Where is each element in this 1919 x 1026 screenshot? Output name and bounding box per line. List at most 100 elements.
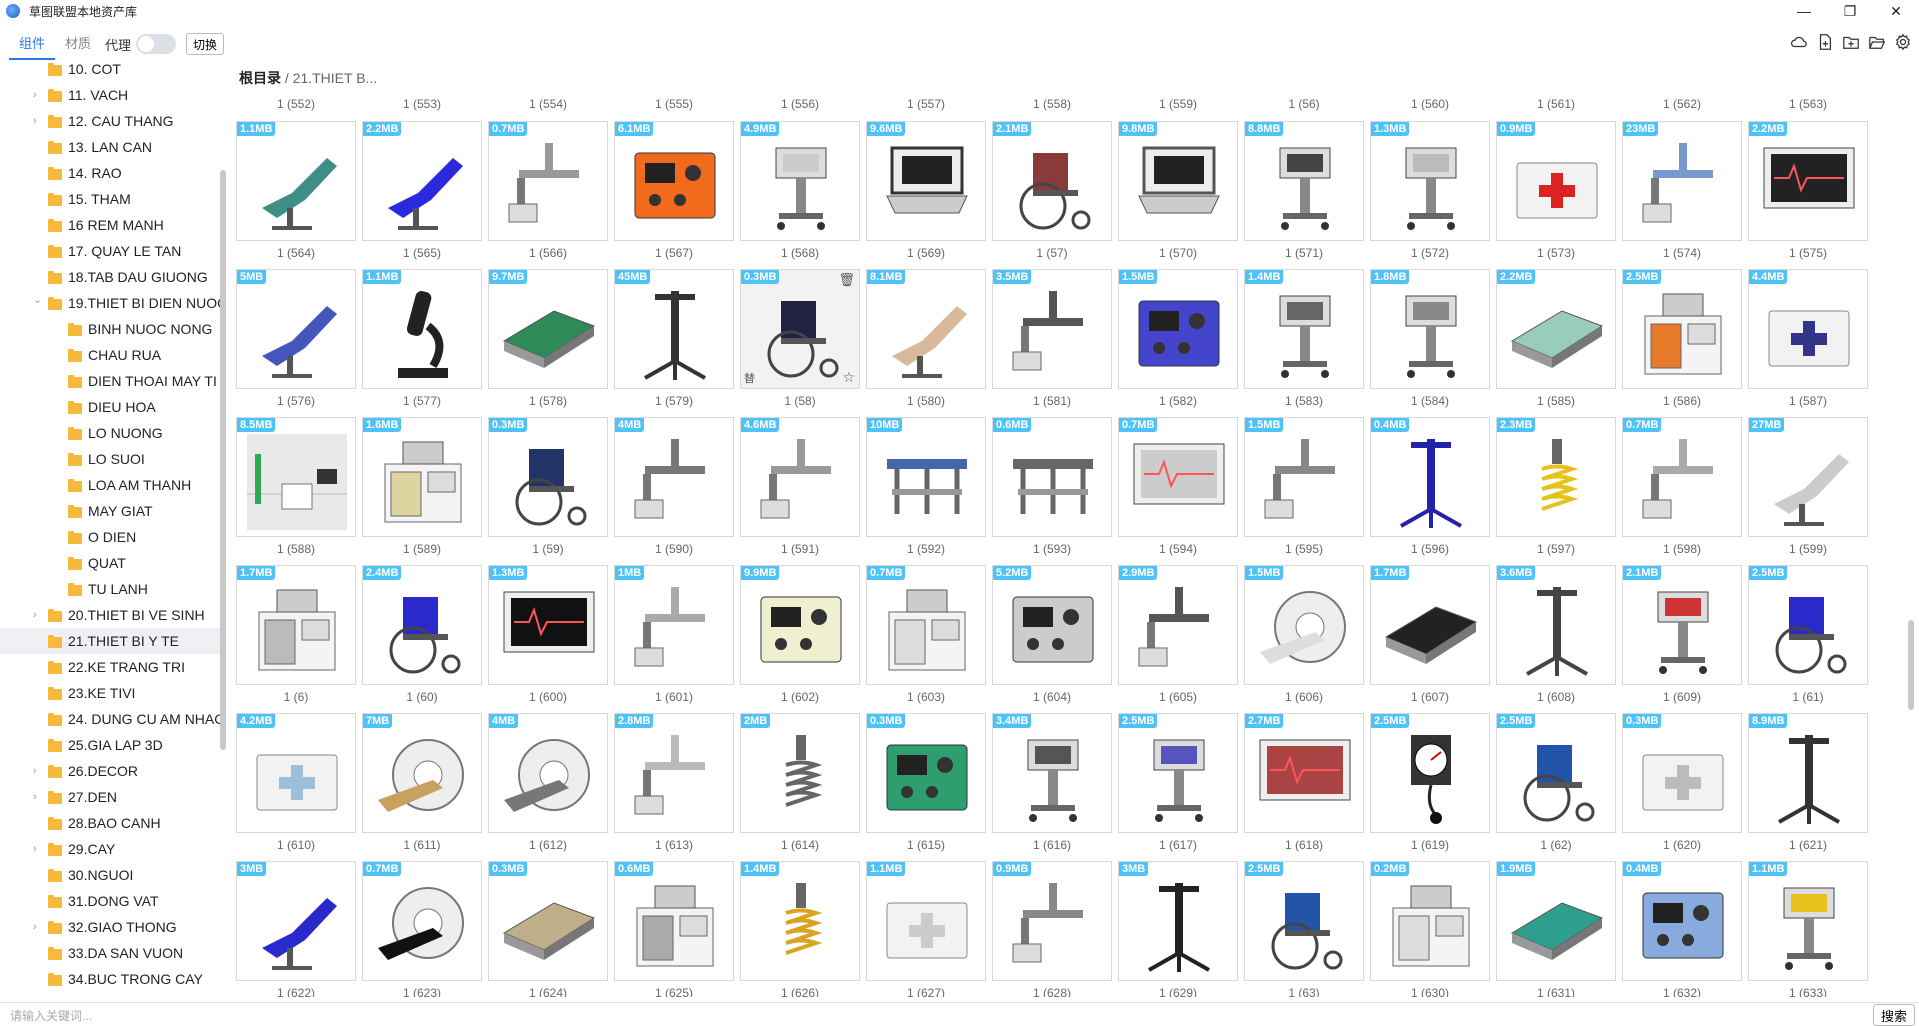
asset-tile[interactable]: 4.2MB	[236, 713, 356, 833]
proxy-toggle[interactable]	[136, 34, 177, 54]
asset-tile[interactable]: 23MB	[1622, 121, 1742, 241]
asset-tile[interactable]: 8.1MB	[866, 269, 986, 389]
sidebar-folder-item[interactable]: 21.THIET BI Y TE	[0, 628, 220, 654]
open-folder-icon[interactable]	[1867, 32, 1887, 52]
asset-tile[interactable]: 0.6MB	[614, 861, 734, 981]
asset-tile[interactable]: 4MB	[614, 417, 734, 537]
chevron-right-icon[interactable]: ›	[33, 115, 43, 127]
sidebar-folder-item[interactable]: O DIEN	[0, 524, 220, 550]
asset-tile[interactable]: 5.2MB	[992, 565, 1112, 685]
star-icon[interactable]: ☆	[842, 369, 855, 386]
asset-tile[interactable]: 4.6MB	[740, 417, 860, 537]
maximize-button[interactable]: ❐	[1827, 0, 1873, 22]
sidebar-folder-item[interactable]: 34.BUC TRONG CAY	[0, 966, 220, 992]
sidebar-folder-item[interactable]: › 12. CAU THANG	[0, 108, 220, 134]
asset-tile[interactable]: 10MB	[866, 417, 986, 537]
asset-tile[interactable]: 1.3MB	[488, 565, 608, 685]
asset-tile[interactable]: 1.5MB	[1118, 269, 1238, 389]
sidebar-folder-item[interactable]: CHAU RUA	[0, 342, 220, 368]
switch-button[interactable]: 切换	[186, 33, 225, 55]
sidebar-folder-item[interactable]: QUAT	[0, 550, 220, 576]
sidebar-folder-item[interactable]: MAY GIAT	[0, 498, 220, 524]
asset-tile[interactable]: 2.5MB	[1748, 565, 1868, 685]
sidebar-folder-item[interactable]: DIEU HOA	[0, 394, 220, 420]
asset-tile[interactable]: 4MB	[488, 713, 608, 833]
asset-tile[interactable]: 2.2MB	[1748, 121, 1868, 241]
add-folder-icon[interactable]	[1841, 32, 1861, 52]
asset-tile[interactable]: 0.3MB	[866, 713, 986, 833]
asset-tile[interactable]: 1MB	[614, 565, 734, 685]
minimize-button[interactable]: —	[1781, 0, 1827, 22]
search-input[interactable]	[10, 1006, 1860, 1025]
asset-tile[interactable]: 2.5MB	[1244, 861, 1364, 981]
asset-tile[interactable]: 0.4MB	[1622, 861, 1742, 981]
asset-tile[interactable]: 4.9MB	[740, 121, 860, 241]
asset-tile[interactable]: 3MB	[236, 861, 356, 981]
sidebar-folder-item[interactable]: › 27.DEN	[0, 784, 220, 810]
asset-tile[interactable]: 1.1MB	[236, 121, 356, 241]
sidebar-folder-item[interactable]: 22.KE TRANG TRI	[0, 654, 220, 680]
sidebar-folder-item[interactable]: LO SUOI	[0, 446, 220, 472]
asset-tile[interactable]: 3.4MB	[992, 713, 1112, 833]
settings-icon[interactable]	[1893, 32, 1913, 52]
asset-tile[interactable]: 8.9MB	[1748, 713, 1868, 833]
asset-tile[interactable]: 0.3MB	[488, 861, 608, 981]
trash-icon[interactable]: 🗑	[838, 272, 855, 288]
asset-tile[interactable]: 0.7MB	[866, 565, 986, 685]
asset-tile[interactable]: 2.8MB	[614, 713, 734, 833]
asset-tile[interactable]: 1.6MB	[362, 417, 482, 537]
sidebar-folder-item[interactable]: › 29.CAY	[0, 836, 220, 862]
tab-materials[interactable]: 材质	[55, 28, 101, 60]
asset-tile[interactable]: 27MB	[1748, 417, 1868, 537]
asset-tile[interactable]: 0.4MB	[1370, 417, 1490, 537]
chevron-right-icon[interactable]: ›	[33, 765, 43, 777]
sidebar-folder-item[interactable]: 24. DUNG CU AM NHAC	[0, 706, 220, 732]
asset-tile[interactable]: 0.7MB	[1622, 417, 1742, 537]
asset-tile[interactable]: 45MB	[614, 269, 734, 389]
sidebar-folder-item[interactable]: BINH NUOC NONG	[0, 316, 220, 342]
sidebar-folder-item[interactable]: 28.BAO CANH	[0, 810, 220, 836]
sidebar-folder-item[interactable]: TU LANH	[0, 576, 220, 602]
sidebar-folder-item[interactable]: 16 REM MANH	[0, 212, 220, 238]
asset-tile[interactable]: 3.5MB	[992, 269, 1112, 389]
asset-tile[interactable]: 0.3MB 🗑 ☆ 替	[740, 269, 860, 389]
asset-tile[interactable]: 0.3MB	[1622, 713, 1742, 833]
asset-tile[interactable]: 1.4MB	[740, 861, 860, 981]
asset-tile[interactable]: 9.7MB	[488, 269, 608, 389]
asset-tile[interactable]: 2.1MB	[992, 121, 1112, 241]
sidebar-folder-item[interactable]: 23.KE TIVI	[0, 680, 220, 706]
asset-tile[interactable]: 1.7MB	[236, 565, 356, 685]
asset-tile[interactable]: 2.5MB	[1118, 713, 1238, 833]
asset-tile[interactable]: 0.9MB	[1496, 121, 1616, 241]
grid-scrollbar[interactable]	[1908, 620, 1914, 710]
sidebar-folder-item[interactable]: 14. RAO	[0, 160, 220, 186]
asset-tile[interactable]: 0.2MB	[1370, 861, 1490, 981]
chevron-down-icon[interactable]: ⌄	[33, 293, 43, 306]
sidebar-folder-item[interactable]: › 20.THIET BI VE SINH	[0, 602, 220, 628]
asset-tile[interactable]: 8.8MB	[1244, 121, 1364, 241]
chevron-right-icon[interactable]: ›	[33, 791, 43, 803]
asset-tile[interactable]: 5MB	[236, 269, 356, 389]
asset-tile[interactable]: 2.5MB	[1622, 269, 1742, 389]
asset-tile[interactable]: 0.7MB	[362, 861, 482, 981]
asset-tile[interactable]: 1.8MB	[1370, 269, 1490, 389]
asset-tile[interactable]: 0.9MB	[992, 861, 1112, 981]
sidebar-folder-item[interactable]: 17. QUAY LE TAN	[0, 238, 220, 264]
asset-tile[interactable]: 1.9MB	[1496, 861, 1616, 981]
asset-tile[interactable]: 2.1MB	[1622, 565, 1742, 685]
tab-components[interactable]: 组件	[9, 28, 56, 60]
asset-tile[interactable]: 1.1MB	[866, 861, 986, 981]
asset-tile[interactable]: 3.6MB	[1496, 565, 1616, 685]
asset-tile[interactable]: 3MB	[1118, 861, 1238, 981]
chevron-right-icon[interactable]: ›	[33, 843, 43, 855]
search-button[interactable]: 搜索	[1873, 1004, 1915, 1026]
asset-tile[interactable]: 2.5MB	[1370, 713, 1490, 833]
sidebar-scrollbar[interactable]	[220, 170, 226, 750]
close-button[interactable]: ✕	[1873, 0, 1919, 22]
sidebar-folder-item[interactable]: DIEN THOAI MAY TI	[0, 368, 220, 394]
replace-button[interactable]: 替	[744, 370, 755, 386]
asset-tile[interactable]: 2.2MB	[1496, 269, 1616, 389]
sidebar-folder-item[interactable]: 33.DA SAN VUON	[0, 940, 220, 966]
chevron-right-icon[interactable]: ›	[33, 609, 43, 621]
asset-tile[interactable]: 6.1MB	[614, 121, 734, 241]
